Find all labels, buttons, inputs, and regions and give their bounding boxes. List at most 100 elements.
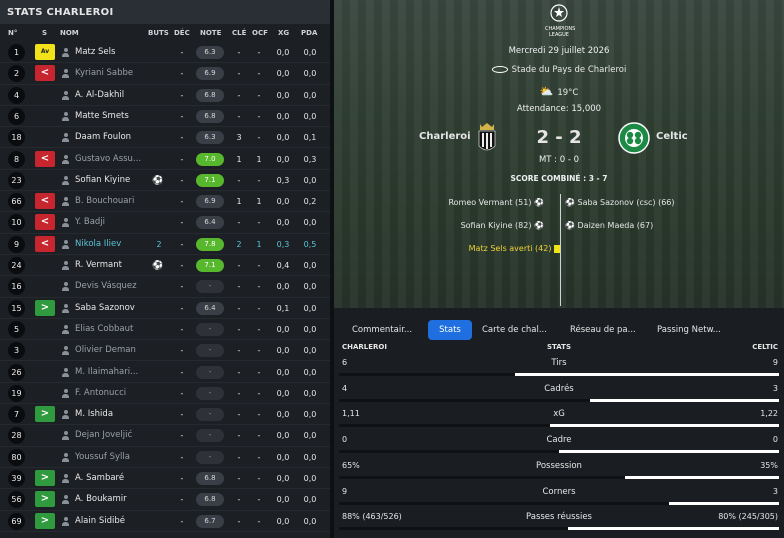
table-row[interactable]: 28 Dejan Joveljić - - -0,0 0,0- (0, 425, 330, 447)
cell-pda: 0,0 (303, 282, 317, 292)
away-team-crest-icon[interactable] (618, 122, 650, 154)
table-row[interactable]: 18 Daam Foulon -3-0,0 0,1 6.3 (0, 127, 330, 149)
player-number: 2 (8, 65, 25, 83)
table-row[interactable]: 10 < Y. Badji - - -0,0 0,0 6.4 (0, 212, 330, 234)
table-row[interactable]: 5 Elias Cobbaut - - -0,0 0,0- (0, 319, 330, 341)
goal-ball-icon: ⚽ (534, 221, 544, 230)
rating-badge: 6.8 (196, 88, 224, 102)
tab-commentary[interactable]: Commentair... (352, 320, 412, 340)
person-icon (62, 133, 69, 143)
col-cle[interactable]: CLÉ (232, 29, 246, 37)
table-row[interactable]: 39 > A. Sambaré - - -0,0 0,0 6.8 (0, 468, 330, 490)
stat-away-value: 35% (760, 460, 778, 470)
tab-passing-network[interactable]: Passing Netw... (657, 320, 721, 340)
stat-away-value: 9 (772, 358, 778, 367)
player-name[interactable]: Alain Sidibé (75, 516, 125, 526)
col-xg[interactable]: XG (278, 29, 289, 37)
cell-xg: 0,0 (276, 282, 290, 292)
player-name[interactable]: A. Boukamir (75, 494, 127, 504)
away-team-name[interactable]: Celtic (656, 131, 688, 142)
cell-xg: 0,0 (276, 133, 290, 143)
tab-passing-network-fr[interactable]: Réseau de pa... (570, 320, 636, 340)
away-goal-event: ⚽ Daizen Maeda (67) (565, 221, 654, 230)
player-name[interactable]: Matz Sels (75, 47, 115, 57)
table-row[interactable]: 69 > Alain Sidibé - - -0,0 0,0 6.7 (0, 511, 330, 532)
table-row[interactable]: 26 M. Ilaimahari... - - -0,0 0,0- (0, 362, 330, 383)
table-row[interactable]: 4 A. Al-Dakhil - - -0,0 0,0 6.8 (0, 85, 330, 106)
col-ocf[interactable]: OCF (252, 29, 268, 37)
cell-xg: 0,3 (276, 239, 290, 249)
player-name[interactable]: R. Vermant (75, 260, 122, 270)
col-pda[interactable]: PDA (301, 29, 317, 37)
player-number: 28 (8, 427, 25, 445)
col-dec[interactable]: DÉC (174, 29, 190, 37)
stat-away-bar (568, 527, 779, 531)
player-number: 26 (8, 363, 25, 381)
player-name[interactable]: Gustavo Assu... (75, 154, 141, 164)
tab-stats[interactable]: Stats (428, 320, 472, 340)
person-icon (62, 111, 69, 121)
player-name[interactable]: Youssuf Sylla (75, 452, 130, 462)
table-row[interactable]: 9 < Nikola Iliev 2-2 1 0,3 0,5 7.8 (0, 234, 330, 255)
player-name[interactable]: Dejan Joveljić (75, 430, 132, 440)
col-s[interactable]: S (42, 29, 47, 37)
table-row[interactable]: 6 Matte Smets - - -0,0 0,0 6.8 (0, 106, 330, 128)
stat-away-bar (669, 501, 779, 505)
stat-away-value: 3 (772, 486, 778, 496)
table-row[interactable]: 2 < Kyriani Sabbe - - -0,0 0,0 6.9 (0, 63, 330, 85)
table-row[interactable]: 7 > M. Ishida - - -0,0 0,0- (0, 404, 330, 426)
table-row[interactable]: 66 < B. Bouchouari -1 1 0,0 0,2 6.9 (0, 191, 330, 213)
table-row[interactable]: 1 Av Matz Sels - - -0,0 0,0 6.3 (0, 42, 330, 64)
player-name[interactable]: Daam Foulon (75, 132, 131, 142)
player-name[interactable]: F. Antonucci (75, 388, 126, 398)
tab-heatmap[interactable]: Carte de chal... (482, 320, 547, 340)
own-goal-ball-icon: ⚽ (565, 198, 575, 207)
player-name[interactable]: Matte Smets (75, 111, 129, 121)
player-name[interactable]: B. Bouchouari (75, 196, 134, 206)
player-name[interactable]: Sofian Kiyine (75, 175, 130, 185)
cell-pda: 0,3 (303, 154, 317, 164)
player-number: 6 (8, 107, 25, 125)
player-number: 5 (8, 320, 25, 338)
table-row[interactable]: 8 < Gustavo Assu... -1 1 0,0 0,3 7.0 (0, 149, 330, 170)
player-name[interactable]: Elias Cobbaut (75, 324, 133, 334)
cell-xg: 0,0 (276, 367, 290, 377)
table-row[interactable]: 56 > A. Boukamir - - -0,0 0,0 6.8 (0, 489, 330, 511)
player-name[interactable]: M. Ishida (75, 409, 113, 419)
player-name[interactable]: Y. Badji (75, 217, 105, 227)
rating-badge: - (196, 344, 224, 358)
starball-icon (550, 4, 568, 22)
player-name[interactable]: Devis Vásquez (75, 281, 137, 291)
player-name[interactable]: M. Ilaimahari... (75, 367, 138, 377)
table-row[interactable]: 23 Sofian Kiyine ⚽ - - -0,3 0,0 7.1 (0, 170, 330, 192)
player-name[interactable]: Nikola Iliev (75, 239, 121, 249)
col-buts[interactable]: BUTS (148, 29, 169, 37)
cell-pda: 0,0 (303, 48, 317, 57)
rating-badge: - (196, 365, 224, 379)
col-name[interactable]: NOM (60, 29, 79, 37)
table-row[interactable]: 3 Olivier Deman - - -0,0 0,0- (0, 340, 330, 362)
rating-badge: 7.0 (196, 152, 224, 166)
table-row[interactable]: 19 F. Antonucci - - -0,0 0,0- (0, 383, 330, 405)
person-icon (62, 48, 69, 57)
stat-away-bar (590, 398, 779, 402)
table-row[interactable]: 15 > Saba Sazonov - - -0,1 0,0 6.4 (0, 298, 330, 319)
player-name[interactable]: A. Sambaré (75, 473, 124, 483)
match-panel: CHAMPIONS LEAGUE Mercredi 29 juillet 202… (334, 0, 784, 538)
stats-header: CHARLEROI STATS CELTIC (334, 343, 784, 355)
table-row[interactable]: 80 Youssuf Sylla - - -0,0 0,0- (0, 447, 330, 468)
sub-in-icon: > (35, 512, 55, 529)
player-name[interactable]: A. Al-Dakhil (75, 90, 124, 100)
col-num[interactable]: N° (8, 29, 17, 37)
player-name[interactable]: Olivier Deman (75, 345, 136, 355)
cell-xg: 0,0 (276, 474, 290, 483)
cell-ocf: - (257, 303, 261, 313)
cell-dec: - (180, 516, 184, 526)
cloud-sun-icon: ⛅ (539, 85, 554, 98)
player-name[interactable]: Saba Sazonov (75, 303, 135, 313)
player-name[interactable]: Kyriani Sabbe (75, 68, 133, 78)
table-row[interactable]: 24 R. Vermant ⚽ - - -0,4 0,0 7.1 (0, 255, 330, 277)
table-row[interactable]: 16 Devis Vásquez - - -0,0 0,0- (0, 276, 330, 298)
col-note[interactable]: NOTE (200, 29, 221, 37)
rating-badge: - (196, 386, 224, 400)
